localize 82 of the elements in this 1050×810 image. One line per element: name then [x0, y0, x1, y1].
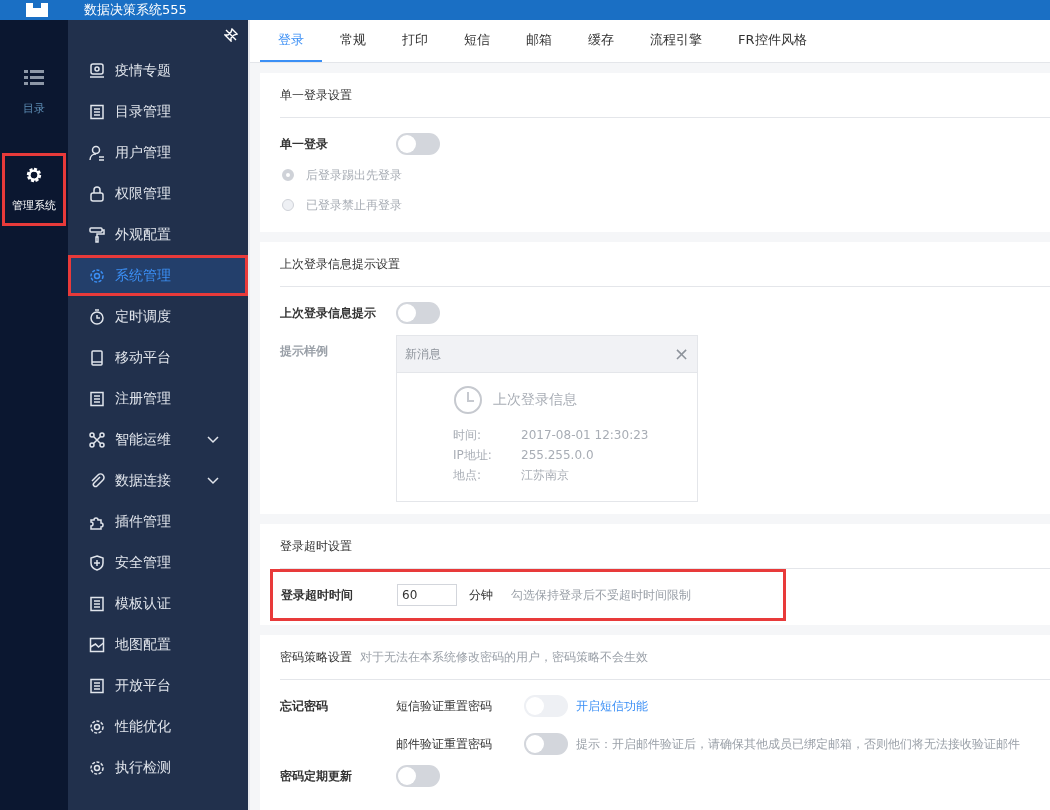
- info-label: 地点:: [453, 467, 483, 484]
- tab[interactable]: 流程引擎: [632, 20, 720, 62]
- clock-icon: [453, 385, 483, 415]
- rail-item[interactable]: 目录: [2, 56, 66, 129]
- document-icon: [89, 595, 105, 612]
- hint-text: 勾选保持登录后不受超时时间限制: [511, 586, 691, 604]
- tab[interactable]: FR控件风格: [720, 20, 825, 62]
- chevron-down-icon[interactable]: [207, 435, 219, 444]
- sidebar-item[interactable]: 安全管理: [68, 542, 248, 583]
- user-icon: [89, 144, 105, 161]
- toggle-switch[interactable]: [396, 133, 440, 155]
- paint-roller-icon: [89, 226, 105, 243]
- sidebar-item[interactable]: 定时调度: [68, 296, 248, 337]
- tab[interactable]: 打印: [384, 20, 446, 62]
- field-label: 登录超时时间: [281, 587, 354, 604]
- gear-icon: [89, 267, 105, 284]
- sidebar-item[interactable]: 权限管理: [68, 173, 248, 214]
- info-value: 255.255.0.0: [521, 447, 594, 464]
- gear-icon: [89, 718, 105, 735]
- field-label: 单一登录: [280, 136, 329, 153]
- list-icon: [24, 69, 44, 87]
- toggle-switch[interactable]: [396, 765, 440, 787]
- preview-heading: 上次登录信息: [493, 391, 577, 409]
- sidebar-item[interactable]: 注册管理: [68, 378, 248, 419]
- sidebar-item[interactable]: 模板认证: [68, 583, 248, 624]
- network-icon: [89, 431, 105, 448]
- chevron-down-icon[interactable]: [207, 476, 219, 485]
- unit-label: 分钟: [469, 586, 493, 604]
- sidebar-item[interactable]: 用户管理: [68, 132, 248, 173]
- field-label: 忘记密码: [280, 698, 329, 715]
- option-label: 邮件验证重置密码: [396, 735, 493, 753]
- section-title: 登录超时设置: [280, 524, 1050, 569]
- option-label: 短信验证重置密码: [396, 697, 493, 715]
- toggle-switch[interactable]: [396, 302, 440, 324]
- tab[interactable]: 缓存: [570, 20, 632, 62]
- gear-icon: [24, 166, 44, 184]
- sidebar-item[interactable]: 智能运维: [68, 419, 248, 460]
- section-title: 密码策略设置: [280, 648, 352, 666]
- unpin-icon[interactable]: [224, 28, 238, 42]
- sidebar-item[interactable]: 性能优化: [68, 706, 248, 747]
- sidebar-item[interactable]: 地图配置: [68, 624, 248, 665]
- shield-icon: [89, 554, 105, 571]
- list-icon: [89, 103, 105, 120]
- sidebar-item[interactable]: 外观配置: [68, 214, 248, 255]
- map-icon: [89, 636, 105, 653]
- sidebar-item[interactable]: 开放平台: [68, 665, 248, 706]
- monitor-icon: [89, 62, 105, 79]
- tab[interactable]: 邮箱: [508, 20, 570, 62]
- gear-icon: [89, 759, 105, 776]
- preview-title: 新消息: [405, 345, 441, 363]
- info-value: 2017-08-01 12:30:23: [521, 427, 649, 444]
- sidebar-item[interactable]: 疫情专题: [68, 50, 248, 91]
- rail-item[interactable]: 管理系统: [2, 153, 66, 226]
- info-label: IP地址:: [453, 447, 493, 464]
- lock-icon: [89, 185, 105, 202]
- section-title: 单一登录设置: [280, 73, 1050, 118]
- sidebar-item[interactable]: 目录管理: [68, 91, 248, 132]
- info-value: 江苏南京: [521, 467, 569, 484]
- info-label: 时间:: [453, 427, 483, 444]
- form-icon: [89, 390, 105, 407]
- toggle-switch[interactable]: [524, 733, 568, 755]
- input-field[interactable]: 60: [397, 584, 457, 606]
- timer-icon: [89, 308, 105, 325]
- field-label: 密码定期更新: [280, 768, 353, 785]
- sidebar-item[interactable]: 插件管理: [68, 501, 248, 542]
- list-icon: [89, 677, 105, 694]
- tab[interactable]: 登录: [260, 20, 322, 62]
- field-label: 提示样例: [280, 343, 329, 360]
- section-note: 对于无法在本系统修改密码的用户，密码策略不会生效: [360, 648, 648, 666]
- phone-icon: [89, 349, 105, 366]
- tab[interactable]: 短信: [446, 20, 508, 62]
- sidebar-item[interactable]: 数据连接: [68, 460, 248, 501]
- app-title: 数据决策系统555: [84, 1, 187, 19]
- tab[interactable]: 常规: [322, 20, 384, 62]
- radio-label: 后登录踢出先登录: [306, 166, 402, 184]
- sidebar-item[interactable]: 移动平台: [68, 337, 248, 378]
- paperclip-icon: [89, 472, 105, 489]
- sidebar-item[interactable]: 执行检测: [68, 747, 248, 788]
- hint-text: 提示：开启邮件验证后，请确保其他成员已绑定邮箱，否则他们将无法接收验证邮件: [576, 735, 1020, 753]
- field-label: 上次登录信息提示: [280, 305, 377, 322]
- radio-label: 已登录禁止再登录: [306, 196, 402, 214]
- section-title: 上次登录信息提示设置: [280, 242, 1050, 287]
